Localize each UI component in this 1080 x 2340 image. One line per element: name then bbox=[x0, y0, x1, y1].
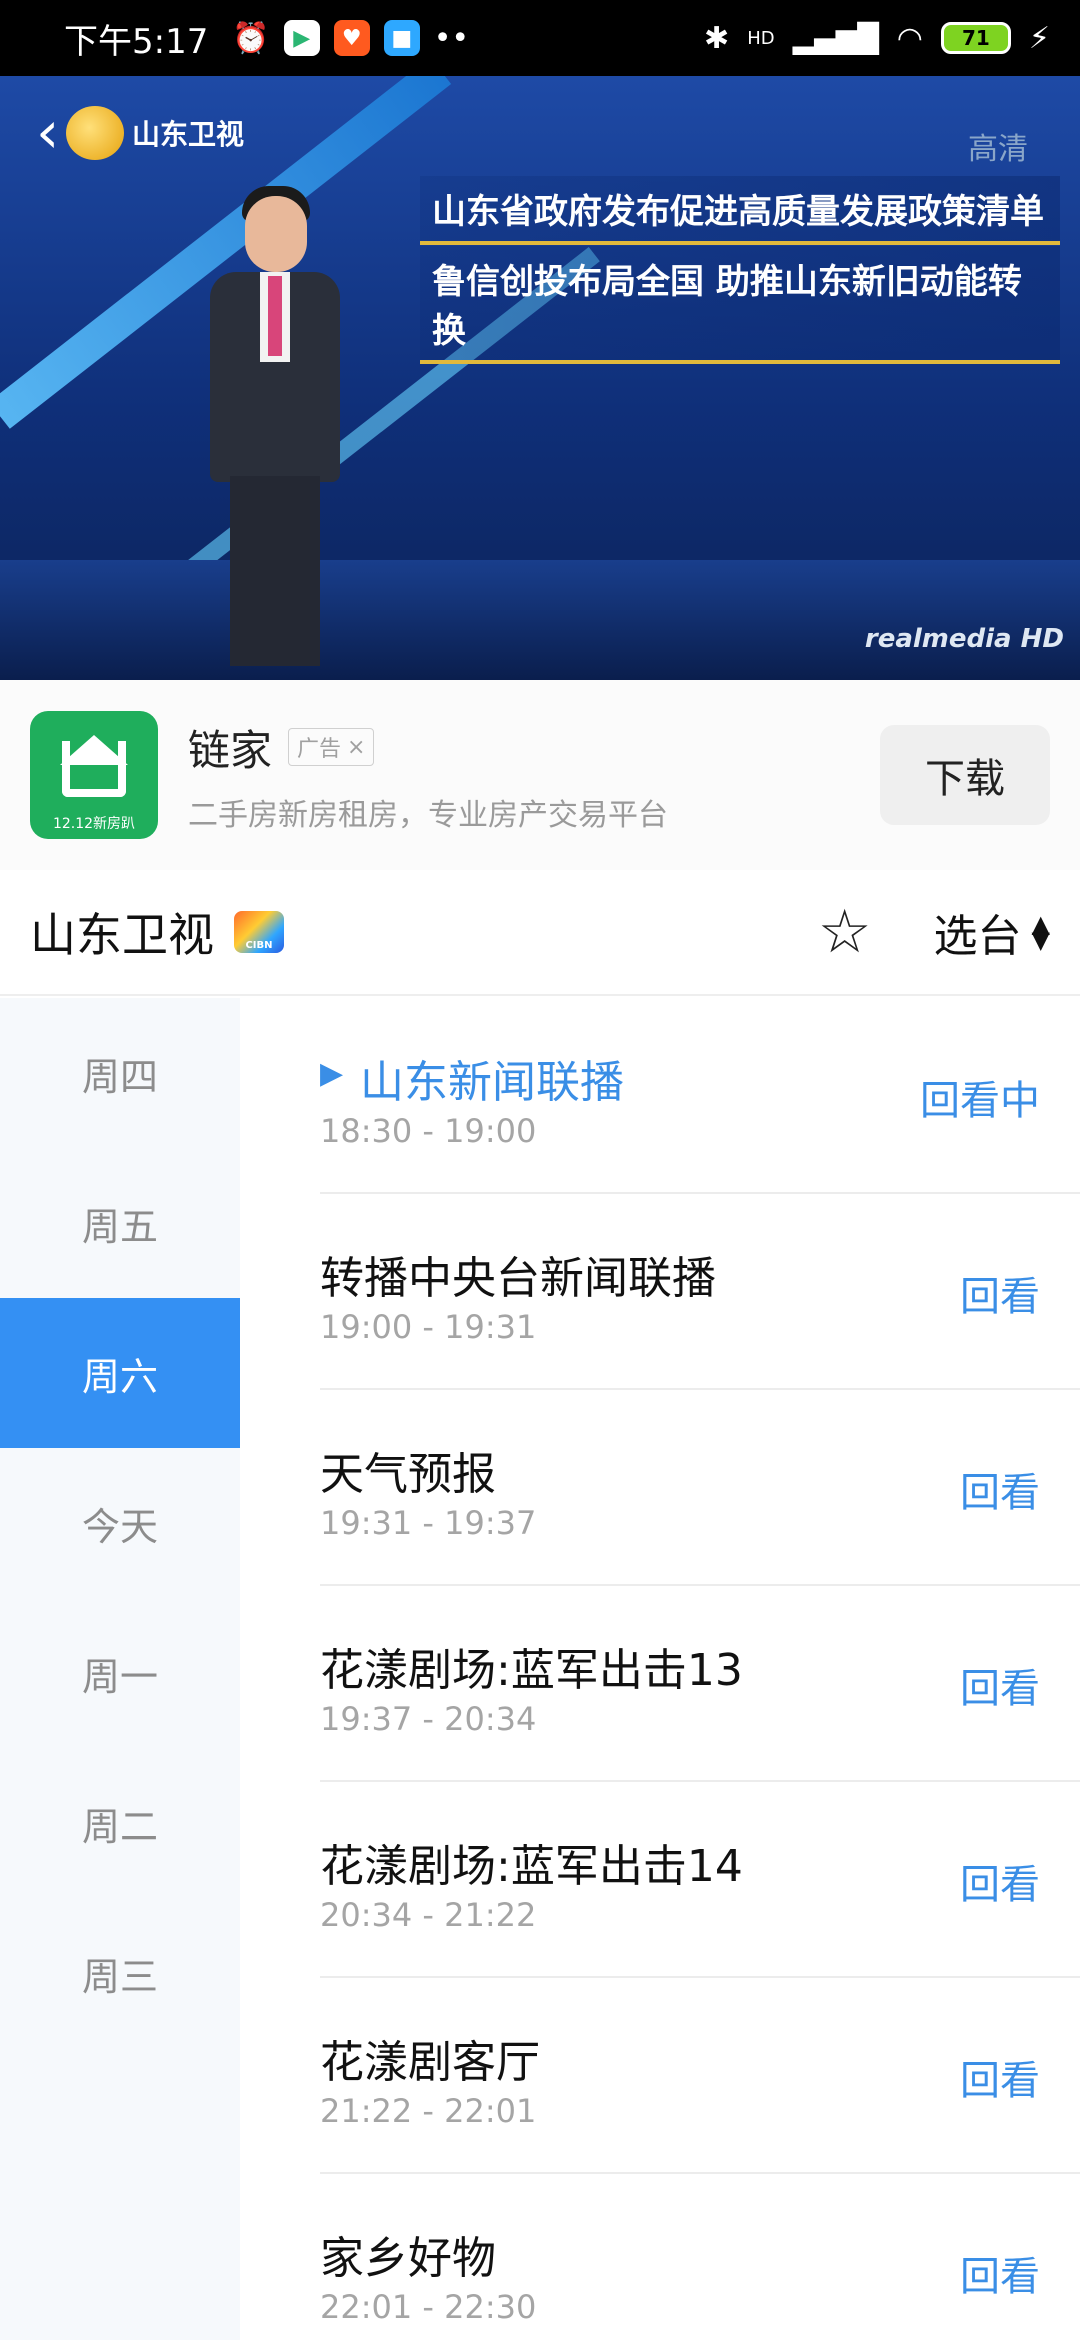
sort-arrows-icon: ▲ ▼ bbox=[1031, 910, 1050, 954]
day-item[interactable]: 周四 bbox=[0, 998, 240, 1148]
news-headline-1: 山东省政府发布促进高质量发展政策清单 bbox=[420, 176, 1060, 245]
replay-button[interactable]: 回看 bbox=[960, 1264, 1040, 1322]
program-row[interactable]: 花漾剧场:蓝军出击14 20:34 - 21:22 回看 bbox=[320, 1782, 1080, 1978]
program-title: 天气预报 bbox=[320, 1449, 496, 1500]
channel-logo: 山东卫视 bbox=[66, 106, 244, 160]
status-right: ✱ HD ▂▄▆█ ◠ 71 ⚡ bbox=[704, 21, 1050, 56]
charging-icon: ⚡ bbox=[1028, 20, 1050, 56]
program-time: 18:30 - 19:00 bbox=[320, 1112, 537, 1150]
ad-banner[interactable]: 12.12新房趴 链家 广告 × 二手房新房租房，专业房产交易平台 下载 bbox=[0, 680, 1080, 870]
battery-indicator: 71 bbox=[940, 22, 1011, 54]
status-bar: 下午5:17 ⏰ ▶ ♥ ■ •• ✱ HD ▂▄▆█ ◠ 71 ⚡ bbox=[0, 0, 1080, 76]
replay-button[interactable]: 回看 bbox=[960, 2048, 1040, 2106]
program-title: 花漾剧客厅 bbox=[320, 2037, 540, 2088]
wifi-icon: ◠ bbox=[896, 20, 923, 56]
ad-description: 二手房新房租房，专业房产交易平台 bbox=[188, 797, 668, 833]
ad-badge[interactable]: 广告 × bbox=[288, 728, 375, 766]
replay-button[interactable]: 回看 bbox=[960, 1656, 1040, 1714]
realmedia-watermark: realmedia HD bbox=[864, 624, 1064, 654]
program-row[interactable]: 家乡好物 22:01 - 22:30 回看 bbox=[320, 2174, 1080, 2340]
select-channel-label: 选台 bbox=[933, 911, 1022, 962]
channel-logo-text: 山东卫视 bbox=[132, 118, 245, 151]
channel-header: 山东卫视 CIBN ☆ 选台 ▲ ▼ bbox=[0, 870, 1080, 996]
replay-status[interactable]: 回看中 bbox=[920, 1068, 1040, 1126]
close-icon[interactable]: × bbox=[347, 735, 365, 760]
app-icon-blue: ■ bbox=[383, 20, 420, 56]
signal-hd-icon: HD bbox=[747, 27, 775, 49]
cibn-icon: CIBN bbox=[234, 911, 284, 953]
replay-button[interactable]: 回看 bbox=[960, 1460, 1040, 1518]
program-time: 22:01 - 22:30 bbox=[320, 2288, 537, 2326]
studio-floor bbox=[0, 560, 1080, 680]
day-item[interactable]: 周三 bbox=[0, 1898, 240, 2048]
day-sidebar: 周四 周五 周六 今天 周一 周二 周三 bbox=[0, 998, 240, 2340]
day-item[interactable]: 今天 bbox=[0, 1448, 240, 1598]
program-row[interactable]: 转播中央台新闻联播 19:00 - 19:31 回看 bbox=[320, 1194, 1080, 1390]
program-row-playing[interactable]: ▶ 山东新闻联播 18:30 - 19:00 回看中 bbox=[320, 998, 1080, 1194]
program-title: 花漾剧场:蓝军出击14 bbox=[320, 1841, 743, 1892]
program-title: 山东新闻联播 bbox=[360, 1057, 624, 1108]
more-notifications-icon: •• bbox=[433, 20, 470, 56]
play-store-icon: ▶ bbox=[283, 20, 320, 56]
download-button[interactable]: 下载 bbox=[880, 725, 1050, 825]
day-item-selected[interactable]: 周六 bbox=[0, 1298, 240, 1448]
channel-name: 山东卫视 bbox=[30, 908, 214, 962]
bluetooth-icon: ✱ bbox=[704, 20, 730, 56]
channel-logo-mark bbox=[66, 106, 124, 160]
program-time: 21:22 - 22:01 bbox=[320, 2092, 537, 2130]
day-item[interactable]: 周五 bbox=[0, 1148, 240, 1298]
program-row[interactable]: 花漾剧场:蓝军出击13 19:37 - 20:34 回看 bbox=[320, 1586, 1080, 1782]
day-item[interactable]: 周二 bbox=[0, 1748, 240, 1898]
program-title: 转播中央台新闻联播 bbox=[320, 1253, 716, 1304]
program-time: 20:34 - 21:22 bbox=[320, 1896, 537, 1934]
replay-button[interactable]: 回看 bbox=[960, 1852, 1040, 1910]
ad-title: 链家 bbox=[188, 725, 273, 775]
program-row[interactable]: 天气预报 19:31 - 19:37 回看 bbox=[320, 1390, 1080, 1586]
program-list: ▶ 山东新闻联播 18:30 - 19:00 回看中 转播中央台新闻联播 19:… bbox=[240, 998, 1080, 2340]
program-time: 19:00 - 19:31 bbox=[320, 1308, 537, 1346]
notification-icons: ⏰ ▶ ♥ ■ •• bbox=[232, 20, 469, 56]
news-headline-2: 鲁信创投布局全国 助推山东新旧动能转换 bbox=[420, 246, 1060, 364]
program-time: 19:31 - 19:37 bbox=[320, 1504, 537, 1542]
program-row[interactable]: 花漾剧客厅 21:22 - 22:01 回看 bbox=[320, 1978, 1080, 2174]
program-title: 家乡好物 bbox=[320, 2233, 496, 2284]
program-title: 花漾剧场:蓝军出击13 bbox=[320, 1645, 743, 1696]
ad-text: 链家 广告 × 二手房新房租房，专业房产交易平台 bbox=[188, 717, 880, 834]
quality-button[interactable]: 高清 bbox=[968, 124, 1028, 168]
ad-icon-caption: 12.12新房趴 bbox=[52, 816, 136, 832]
status-time: 下午5:17 bbox=[64, 21, 209, 62]
lianjia-app-icon: 12.12新房趴 bbox=[30, 711, 158, 839]
signal-icon: ▂▄▆█ bbox=[792, 21, 879, 55]
app-icon-orange: ♥ bbox=[333, 20, 370, 56]
news-anchor bbox=[190, 176, 360, 680]
select-channel-button[interactable]: 选台 ▲ ▼ bbox=[934, 900, 1050, 964]
back-icon[interactable]: ‹ bbox=[36, 98, 59, 166]
favorite-star-icon[interactable]: ☆ bbox=[818, 897, 872, 967]
day-item[interactable]: 周一 bbox=[0, 1598, 240, 1748]
program-time: 19:37 - 20:34 bbox=[320, 1700, 537, 1738]
video-player[interactable]: ‹ 山东卫视 高清 山东省政府发布促进高质量发展政策清单 鲁信创投布局全国 助推… bbox=[0, 76, 1080, 680]
replay-button[interactable]: 回看 bbox=[960, 2244, 1040, 2302]
alarm-icon: ⏰ bbox=[232, 20, 270, 56]
